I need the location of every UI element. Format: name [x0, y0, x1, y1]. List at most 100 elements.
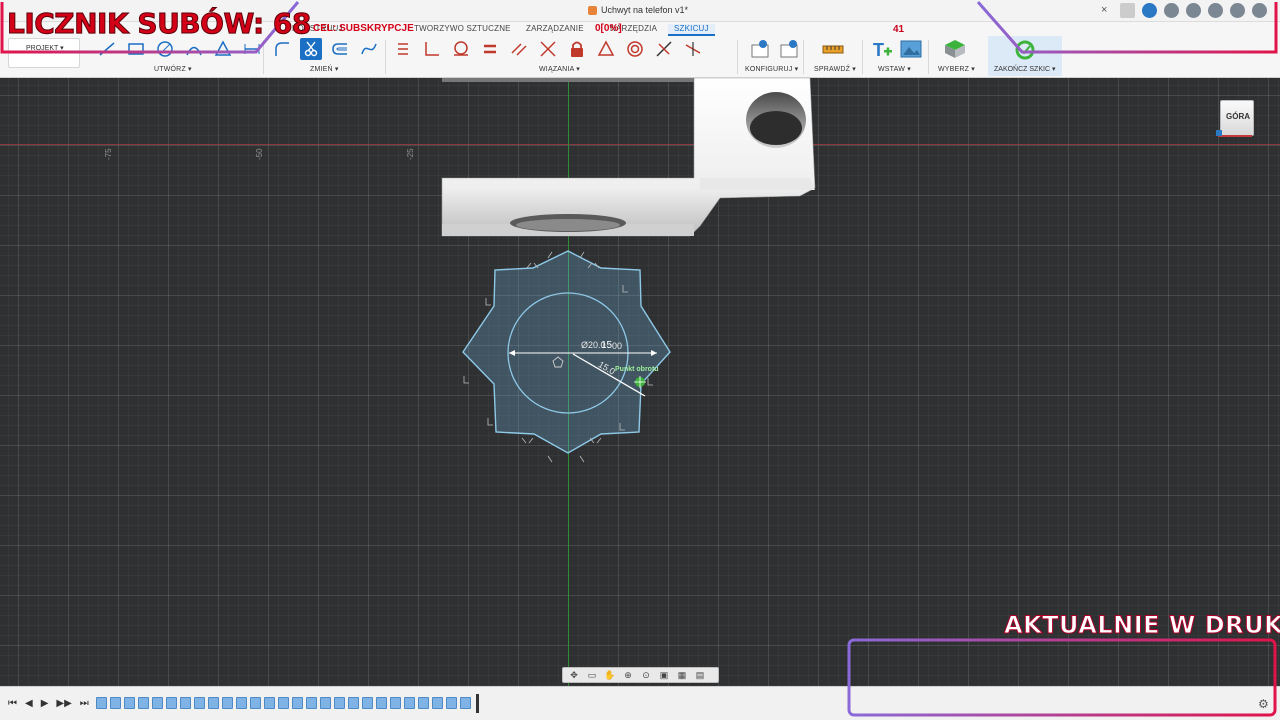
timeline-feature-item[interactable]: [418, 697, 429, 709]
configurations-icon[interactable]: [778, 38, 800, 60]
timeline-feature-item[interactable]: [222, 697, 233, 709]
viewcube-face-label: GÓRA: [1226, 112, 1250, 121]
parameters-table-icon[interactable]: [749, 38, 771, 60]
tab-szkicuj[interactable]: SZKICUJ: [668, 24, 715, 36]
lock-constraint-icon[interactable]: [566, 38, 588, 60]
fusion-app-window: Uchwyt na telefon v1* × KONSTRUUJ TWORZY…: [0, 0, 1280, 720]
timeline-feature-item[interactable]: [460, 697, 471, 709]
timeline-feature-item[interactable]: [404, 697, 415, 709]
grid-settings-icon[interactable]: ▦: [675, 670, 689, 681]
inspect-group-label[interactable]: SPRAWDŹ ▾: [814, 65, 856, 73]
orbit-icon[interactable]: ✥: [567, 670, 581, 681]
dimension-value[interactable]: 15: [601, 340, 612, 351]
timeline-feature-item[interactable]: [320, 697, 331, 709]
concentric-constraint-icon[interactable]: [624, 38, 646, 60]
timeline-feature-item[interactable]: [348, 697, 359, 709]
model-and-sketch: [441, 78, 816, 463]
constraints-group-label[interactable]: WIĄZANIA ▾: [539, 65, 580, 73]
viewcube-z-axis: [1216, 130, 1222, 136]
timeline-feature-item[interactable]: [250, 697, 261, 709]
timeline-feature-item[interactable]: [334, 697, 345, 709]
bracket-model[interactable]: [441, 78, 816, 237]
timeline-feature-item[interactable]: [432, 697, 443, 709]
timeline-feature-item[interactable]: [138, 697, 149, 709]
select-icon[interactable]: [944, 38, 966, 60]
measure-icon[interactable]: [822, 38, 844, 60]
timeline-feature-item[interactable]: [292, 697, 303, 709]
sketch-profile[interactable]: [462, 250, 671, 463]
tab-tworzywo[interactable]: TWORZYWO SZTUCZNE: [414, 24, 511, 33]
display-settings-icon[interactable]: ▣: [657, 670, 671, 681]
tangent-constraint-icon[interactable]: [450, 38, 472, 60]
timeline-play-button[interactable]: ▶: [41, 698, 49, 709]
dimension-value[interactable]: 00: [612, 341, 622, 351]
midpoint-constraint-icon[interactable]: [653, 38, 675, 60]
timeline-controls: ⏮ ◀ ▶ ▶▶ ⏭: [8, 698, 89, 709]
timeline-feature-item[interactable]: [194, 697, 205, 709]
timeline-feature-item[interactable]: [306, 697, 317, 709]
tab-zarzadzanie[interactable]: ZARZĄDZANIE: [526, 24, 584, 33]
goal-percent: 0[0%]: [595, 23, 622, 34]
trim-tool-icon[interactable]: [300, 38, 322, 60]
canvas-viewport[interactable]: -75 -50 -25 Ø20.0 15 00 15.0 Punkt obrot…: [0, 78, 1280, 686]
timeline-feature-item[interactable]: [390, 697, 401, 709]
document-title[interactable]: Uchwyt na telefon v1*: [588, 5, 688, 15]
now-printing-frame: [847, 638, 1277, 717]
fit-icon[interactable]: ⊙: [639, 670, 653, 681]
fix-constraint-icon[interactable]: [392, 38, 414, 60]
coincident-constraint-icon[interactable]: [537, 38, 559, 60]
viewcube[interactable]: GÓRA: [1220, 100, 1254, 136]
parallel-constraint-icon[interactable]: [508, 38, 530, 60]
triangle-constraint-icon[interactable]: [595, 38, 617, 60]
document-title-text: Uchwyt na telefon v1*: [601, 5, 689, 15]
timeline-prev-button[interactable]: ◀: [25, 698, 33, 709]
viewports-icon[interactable]: ▤: [693, 670, 707, 681]
inspect-tools: [822, 38, 844, 60]
zoom-icon[interactable]: ⊕: [621, 670, 635, 681]
finish-sketch-label: ZAKOŃCZ SZKIC ▾: [994, 66, 1056, 73]
perpendicular-constraint-icon[interactable]: [421, 38, 443, 60]
top-right-frame: [976, 1, 1278, 54]
equal-constraint-icon[interactable]: [479, 38, 501, 60]
timeline-feature-item[interactable]: [124, 697, 135, 709]
constraint-tools: [392, 38, 704, 60]
timeline-end-button[interactable]: ⏭: [80, 698, 89, 709]
insert-text-icon[interactable]: T: [871, 38, 893, 60]
timeline-feature-item[interactable]: [362, 697, 373, 709]
timeline-marker[interactable]: [476, 694, 479, 713]
insert-image-icon[interactable]: [900, 38, 922, 60]
select-group-label[interactable]: WYBERZ ▾: [938, 65, 975, 73]
subscriber-counter: LICZNIK SUBÓW: 68: [7, 7, 312, 41]
goal-counter: 41: [893, 24, 905, 35]
timeline-feature-item[interactable]: [152, 697, 163, 709]
timeline-feature-item[interactable]: [236, 697, 247, 709]
timeline-feature-item[interactable]: [96, 697, 107, 709]
timeline-feature-item[interactable]: [110, 697, 121, 709]
insert-group-label[interactable]: WSTAW ▾: [878, 65, 911, 73]
timeline-feature-item[interactable]: [446, 697, 457, 709]
document-icon: [588, 5, 597, 15]
timeline-feature-item[interactable]: [278, 697, 289, 709]
offset-tool-icon[interactable]: [329, 38, 351, 60]
look-at-icon[interactable]: ▭: [585, 670, 599, 681]
create-group-label[interactable]: UTWÓRZ ▾: [154, 65, 192, 73]
timeline-feature-item[interactable]: [166, 697, 177, 709]
modify-group-label[interactable]: ZMIEŃ ▾: [310, 65, 339, 73]
timeline-start-button[interactable]: ⏮: [8, 698, 17, 709]
symmetry-constraint-icon[interactable]: [682, 38, 704, 60]
ribbon-separator: [385, 40, 386, 74]
timeline-feature-item[interactable]: [264, 697, 275, 709]
timeline-features: [96, 697, 471, 709]
timeline-feature-item[interactable]: [376, 697, 387, 709]
timeline-feature-item[interactable]: [208, 697, 219, 709]
ribbon-separator: [803, 40, 804, 74]
timeline-next-button[interactable]: ▶▶: [56, 698, 71, 709]
viewcube-x-axis: [1218, 135, 1252, 137]
timeline-feature-item[interactable]: [180, 697, 191, 709]
configure-group-label[interactable]: KONFIGURUJ ▾: [745, 65, 798, 73]
pivot-label: Punkt obrotu: [615, 366, 659, 373]
goal-label: CEL: SUBSKRYPCJE: [313, 23, 414, 34]
spline-tool-icon[interactable]: [358, 38, 380, 60]
svg-text:T: T: [873, 40, 884, 60]
pan-icon[interactable]: ✋: [603, 670, 617, 681]
